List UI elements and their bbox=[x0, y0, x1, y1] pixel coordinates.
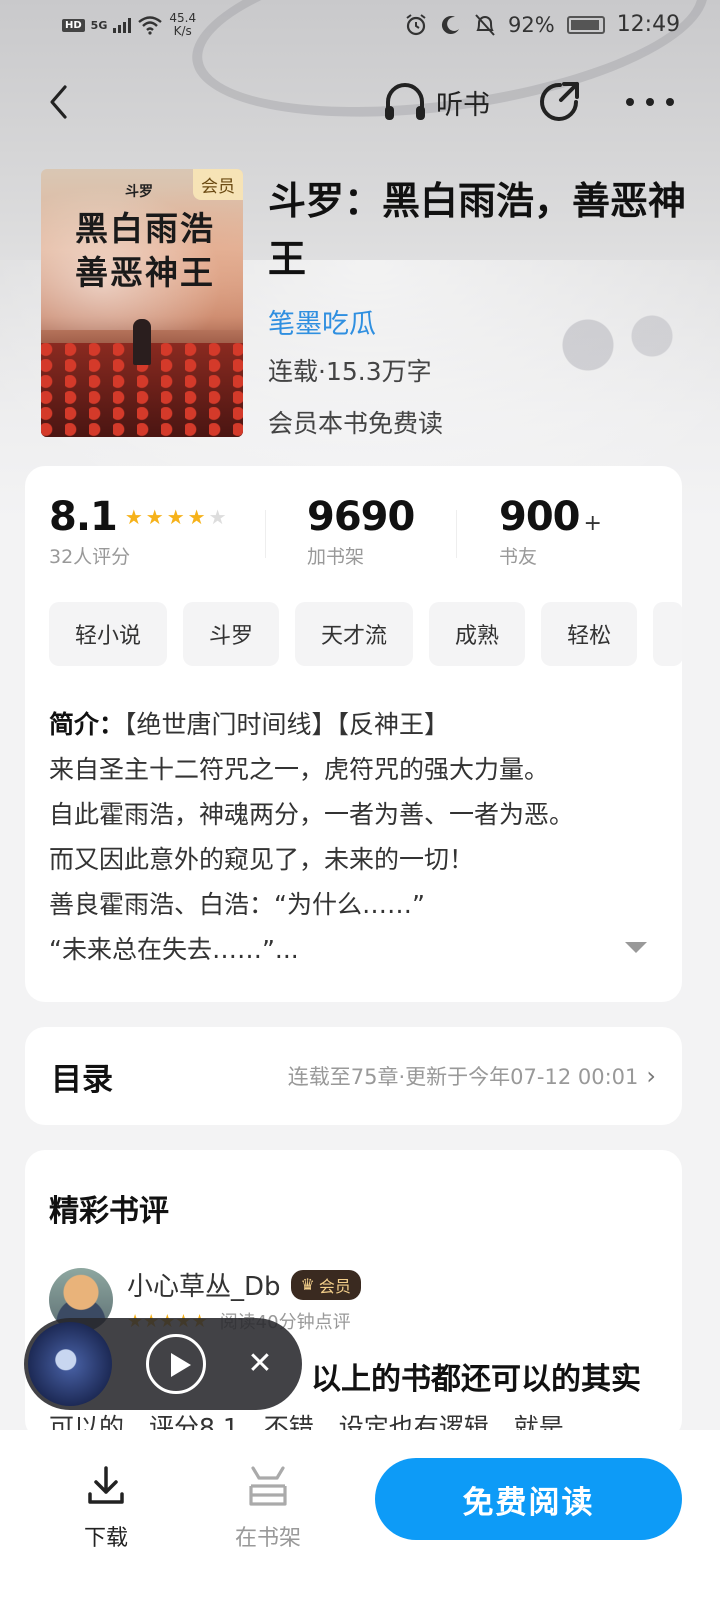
net-speed: 45.4 K/s bbox=[169, 12, 196, 38]
close-icon[interactable]: ✕ bbox=[240, 1344, 280, 1384]
book-cover[interactable]: 斗罗 会员 黑白雨浩 善恶神王 bbox=[41, 169, 243, 437]
vip-badge: ♛ 会员 bbox=[290, 1269, 361, 1300]
more-button[interactable] bbox=[620, 78, 680, 126]
book-meta: 连载·15.3万字 bbox=[268, 357, 432, 386]
top-nav: 听书 bbox=[0, 72, 720, 132]
status-bar: HD 5G 45.4 K/s 92% 12:49 bbox=[0, 0, 720, 48]
tag-list: 轻小说 斗罗 天才流 成熟 轻松 bbox=[49, 602, 682, 666]
listen-label: 听书 bbox=[436, 89, 490, 121]
moon-icon bbox=[441, 15, 459, 34]
status-right: 92% 12:49 bbox=[404, 12, 680, 37]
bottom-action-bar: 下载 在书架 免费阅读 bbox=[0, 1430, 720, 1600]
cover-title-line1: 黑白雨浩 bbox=[75, 209, 215, 248]
back-button[interactable] bbox=[36, 78, 80, 126]
alarm-icon bbox=[406, 13, 426, 35]
star-filled-icon: ★ bbox=[145, 505, 164, 529]
shelf-label: 加书架 bbox=[307, 546, 365, 568]
star-filled-icon: ★ bbox=[124, 505, 143, 529]
battery-icon bbox=[566, 15, 605, 34]
star-filled-icon: ★ bbox=[187, 505, 206, 529]
headphones-icon bbox=[385, 83, 425, 120]
clock-time: 12:49 bbox=[616, 12, 681, 37]
cover-figure bbox=[133, 319, 151, 365]
player-cover[interactable] bbox=[28, 1322, 112, 1406]
toc-card[interactable]: 目录 连载至75章·更新于今年07-12 00:01 › bbox=[25, 1027, 682, 1125]
star-filled-icon: ★ bbox=[166, 505, 185, 529]
net-speed-unit: K/s bbox=[173, 24, 192, 38]
book-info-card: 8.1 ★ ★ ★ ★ ★ 32人评分 9690 加书架 900 + 书友 轻小说 斗罗 … bbox=[25, 466, 682, 1002]
friends-count: 900 bbox=[499, 494, 580, 540]
rating-stars: ★ ★ ★ ★ ★ bbox=[125, 505, 227, 529]
cover-series: 斗罗 bbox=[125, 184, 153, 200]
friends-label: 书友 bbox=[499, 546, 538, 568]
tag-chip[interactable]: 成熟 bbox=[429, 602, 526, 666]
signal-icon bbox=[113, 17, 132, 33]
more-dot-icon bbox=[666, 98, 674, 106]
book-intro[interactable]: 简介：【绝世唐门时间线】【反神王】 来自圣主十二符咒之一，虎符咒的强大力量。 自… bbox=[49, 702, 659, 972]
intro-line: 善良霍雨浩、白浩：“为什么……” bbox=[49, 890, 425, 919]
intro-line: 【绝世唐门时间线】【反神王】 bbox=[124, 710, 450, 739]
back-arrow-icon bbox=[50, 85, 67, 119]
shelf-count: 9690 bbox=[307, 494, 415, 540]
tag-chip[interactable]: 轻小说 bbox=[49, 602, 168, 666]
shelf-stat: 9690 加书架 bbox=[307, 494, 415, 569]
wifi-icon bbox=[138, 16, 163, 35]
author-link[interactable]: 笔墨吃瓜 bbox=[268, 302, 376, 341]
battery-percent: 92% bbox=[508, 12, 555, 37]
star-empty-icon: ★ bbox=[208, 505, 227, 529]
stat-divider bbox=[265, 510, 266, 558]
tag-chip[interactable]: 天才流 bbox=[295, 602, 414, 666]
rating-score: 8.1 bbox=[49, 494, 118, 540]
more-dot-icon bbox=[626, 98, 634, 106]
intro-label: 简介： bbox=[49, 710, 125, 739]
friends-plus: + bbox=[583, 511, 602, 536]
crown-icon: ♛ bbox=[300, 1275, 315, 1294]
listen-button[interactable]: 听书 bbox=[382, 78, 490, 126]
tag-chip[interactable]: 轻松 bbox=[541, 602, 638, 666]
free-read-button[interactable]: 免费阅读 bbox=[375, 1458, 682, 1540]
bookshelf-label: 在书架 bbox=[234, 1526, 301, 1551]
rating-count: 32人评分 bbox=[49, 546, 131, 568]
intro-line: 而又因此意外的窥见了，未来的一切！ bbox=[49, 845, 475, 874]
rating-stat[interactable]: 8.1 ★ ★ ★ ★ ★ 32人评分 bbox=[49, 494, 227, 569]
book-title: 斗罗：黑白雨浩，善恶神王 bbox=[268, 179, 687, 281]
mute-bell-icon bbox=[475, 13, 495, 36]
status-left: HD 5G 45.4 K/s bbox=[62, 12, 196, 38]
bookshelf-button[interactable]: 在书架 bbox=[218, 1456, 318, 1552]
cover-title: 黑白雨浩 善恶神王 bbox=[55, 207, 235, 295]
share-icon bbox=[540, 82, 579, 121]
toc-info: 连载至75章·更新于今年07-12 00:01 bbox=[287, 1065, 639, 1089]
more-dot-icon bbox=[646, 98, 654, 106]
intro-line: 自此霍雨浩，神魂两分，一者为善、一者为恶。 bbox=[49, 800, 575, 829]
chevron-right-icon: › bbox=[646, 1062, 656, 1090]
download-icon bbox=[88, 1466, 124, 1504]
cover-title-line2: 善恶神王 bbox=[75, 253, 215, 292]
cover-vip-badge: 会员 bbox=[193, 169, 243, 200]
toc-title: 目录 bbox=[51, 1061, 113, 1098]
vip-label: 会员 bbox=[318, 1276, 351, 1296]
tag-chip[interactable]: 斗罗 bbox=[183, 602, 280, 666]
network-type: 5G bbox=[90, 18, 108, 32]
stat-divider bbox=[456, 510, 457, 558]
intro-line: 来自圣主十二符咒之一，虎符咒的强大力量。 bbox=[49, 755, 550, 784]
silhouette-decoration bbox=[540, 300, 700, 390]
expand-caret-icon[interactable] bbox=[625, 942, 647, 953]
download-label: 下载 bbox=[83, 1526, 128, 1551]
review-username[interactable]: 小心草丛_Db bbox=[127, 1266, 281, 1303]
reviews-title: 精彩书评 bbox=[49, 1194, 169, 1229]
bookshelf-icon bbox=[249, 1466, 287, 1506]
hd-badge: HD bbox=[62, 18, 85, 32]
download-button[interactable]: 下载 bbox=[56, 1456, 156, 1552]
play-icon[interactable] bbox=[146, 1334, 206, 1394]
intro-line: “未来总在失去……”... bbox=[49, 935, 299, 964]
tag-chip-partial[interactable] bbox=[653, 602, 682, 666]
friends-stat[interactable]: 900 + 书友 bbox=[499, 494, 602, 569]
vip-free-note: 会员本书免费读 bbox=[268, 409, 444, 438]
mini-player: ✕ bbox=[24, 1318, 302, 1410]
share-button[interactable] bbox=[536, 78, 584, 126]
review-user: 小心草丛_Db ♛ 会员 bbox=[127, 1266, 361, 1303]
